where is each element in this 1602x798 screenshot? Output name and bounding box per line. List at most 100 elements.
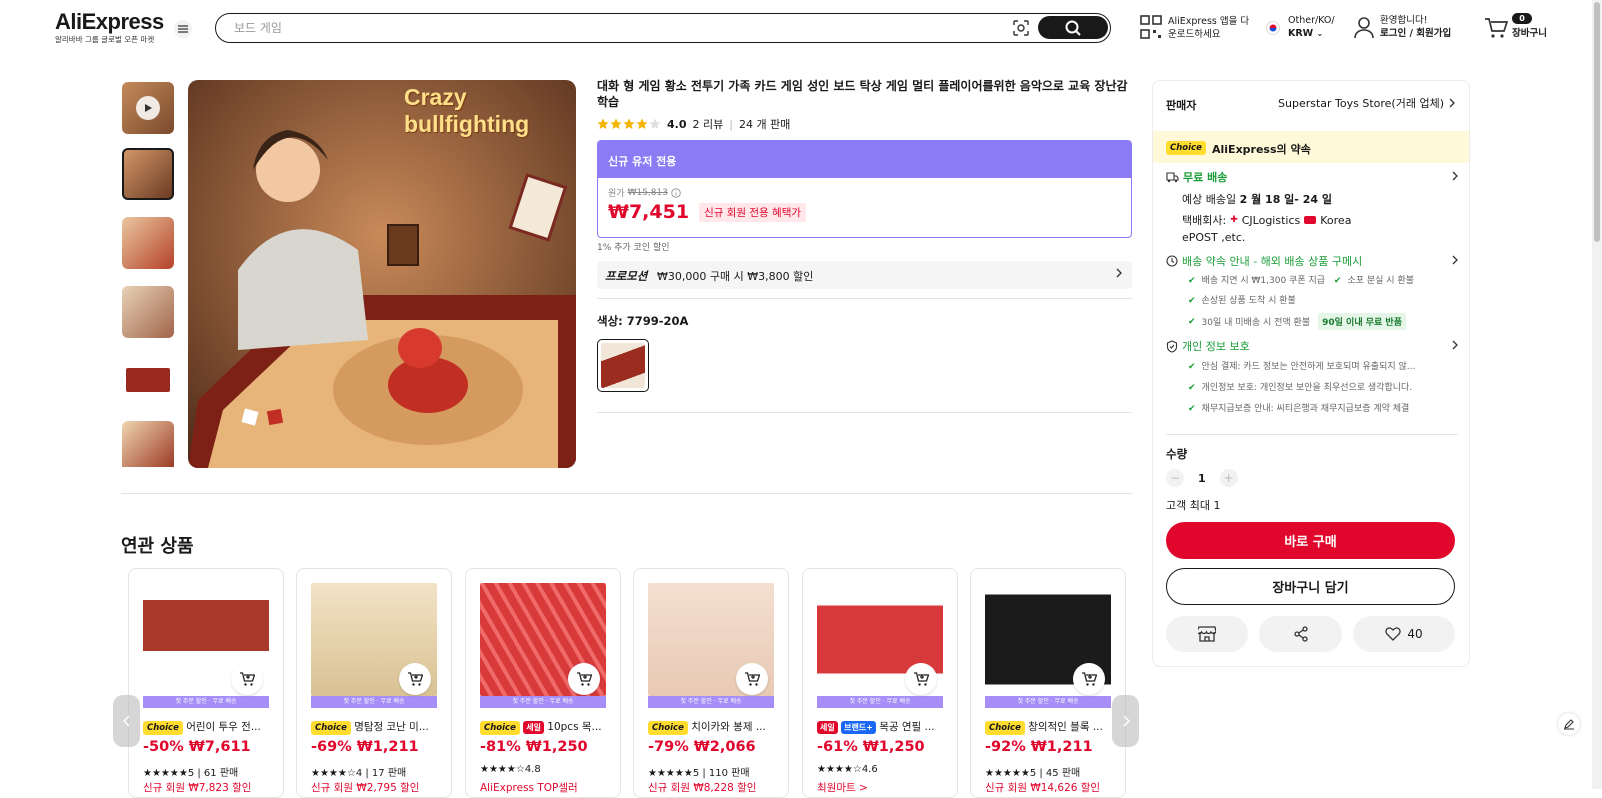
add-to-cart-button[interactable]: 장바구니 담기	[1166, 568, 1455, 605]
rating-stars	[597, 118, 661, 130]
account-menu[interactable]: 환영합니다! 로그인 / 회원가입	[1380, 14, 1451, 40]
gallery-thumbnail[interactable]	[122, 148, 174, 200]
wishlist-button[interactable]: 40	[1353, 616, 1455, 652]
locale-selector[interactable]: Other/KO/ KRW ⌄	[1288, 14, 1335, 40]
cart-icon[interactable]	[1484, 17, 1508, 39]
aliexpress-logo[interactable]: AliExpress	[55, 9, 164, 35]
gallery-thumbnail[interactable]	[122, 354, 174, 406]
current-price: ₩7,451	[608, 201, 690, 223]
first-order-band: 첫 주문 할인 · 무료 배송	[985, 696, 1111, 708]
add-to-cart-icon[interactable]	[231, 663, 263, 695]
choice-badge: Choice	[1166, 141, 1206, 155]
add-to-cart-icon[interactable]	[736, 663, 768, 695]
login-signup-link: 로그인 / 회원가입	[1380, 28, 1452, 39]
product-extra: 최원마트 >	[817, 782, 868, 794]
product-rating: ★★★★☆4 | 17 판매	[311, 768, 407, 779]
search-input[interactable]	[234, 19, 994, 37]
sale-badge: 세일	[523, 721, 544, 734]
user-icon[interactable]	[1354, 17, 1374, 39]
product-name[interactable]: Choice 창의적인 블록 ...	[985, 719, 1115, 735]
app-download-line2: 운로드하세요	[1168, 29, 1221, 40]
chevron-left-icon	[122, 715, 131, 727]
product-name[interactable]: 세일 브랜드+ 목공 연필 ...	[817, 719, 947, 734]
free-return-badge: 90일 이내 무료 반품	[1318, 313, 1406, 330]
gallery-thumbnail[interactable]	[122, 421, 174, 467]
app-download-link[interactable]: AliExpress 앱을 다 운로드하세요	[1168, 15, 1249, 41]
carousel-prev-button[interactable]	[113, 695, 140, 747]
search-button[interactable]	[1038, 16, 1108, 39]
info-icon[interactable]	[671, 187, 681, 198]
chevron-right-icon	[1452, 171, 1458, 181]
divider	[597, 412, 1132, 413]
decrease-quantity-button[interactable]: −	[1166, 469, 1184, 487]
shipping-promise-item: 손상된 상품 도착 시 환불	[1201, 296, 1296, 306]
add-to-cart-icon[interactable]	[568, 663, 600, 695]
scrollbar-thumb[interactable]	[1594, 2, 1600, 242]
app-download-line1: AliExpress 앱을 다	[1168, 16, 1250, 27]
page-scrollbar[interactable]	[1592, 0, 1602, 789]
chevron-right-icon	[1452, 340, 1458, 350]
product-extra: 신규 회원 ₩14,626 할인	[985, 782, 1101, 794]
related-product-card[interactable]: 첫 주문 할인 · 무료 배송 세일 브랜드+ 목공 연필 ... -61% ₩1,…	[802, 568, 958, 798]
promotion-text: ₩30,000 구매 시 ₩3,800 할인	[657, 270, 814, 283]
menu-icon[interactable]	[174, 20, 192, 38]
quantity-label: 수량	[1166, 447, 1188, 461]
product-price: -69% ₩1,211	[311, 739, 419, 755]
product-name[interactable]: Choice 어린이 투우 전...	[143, 719, 273, 735]
currency-code: KRW	[1288, 28, 1314, 39]
product-rating: ★★★★★5 | 45 판매	[985, 768, 1081, 779]
add-to-cart-icon[interactable]	[399, 663, 431, 695]
product-name[interactable]: Choice 세일 10pcs 목...	[480, 719, 610, 735]
shipping-promise-row[interactable]: 배송 약속 안내 - 해외 배송 상품 구메시 ✔ 배송 지연 시 ₩1,300 …	[1166, 253, 1458, 330]
store-button[interactable]	[1166, 616, 1248, 652]
search-icon	[1064, 19, 1082, 37]
related-product-card[interactable]: 첫 주문 할인 · 무료 배송 Choice 세일 10pcs 목... -81% …	[465, 568, 621, 798]
seller-name: Superstar Toys Store(거래 업체)	[1278, 97, 1444, 110]
add-to-cart-icon[interactable]	[1073, 663, 1105, 695]
buy-now-button[interactable]: 바로 구매	[1166, 522, 1455, 559]
chevron-down-icon: ⌄	[1316, 29, 1324, 38]
edit-icon[interactable]	[1558, 713, 1580, 735]
add-to-cart-icon[interactable]	[905, 663, 937, 695]
related-product-card[interactable]: 첫 주문 할인 · 무료 배송 Choice 치이카와 봉제 ... -79% ₩2…	[633, 568, 789, 798]
share-button[interactable]	[1259, 616, 1342, 652]
privacy-item: 개인정보 보호: 개인정보 보안을 최우선으로 생각합니다.	[1201, 383, 1413, 393]
new-user-banner: 신규 유저 전용	[598, 141, 1131, 178]
qr-code-icon[interactable]	[1140, 15, 1162, 39]
related-product-card[interactable]: 첫 주문 할인 · 무료 배송 Choice 창의적인 블록 ... -92% ₩1…	[970, 568, 1126, 798]
product-name[interactable]: Choice 명탐정 코난 미...	[311, 719, 441, 735]
shield-icon	[1166, 339, 1178, 353]
color-label: 색상: 7799-20A	[597, 314, 689, 328]
promotion-label: 프로모션	[605, 269, 648, 283]
shipping-promise-item: 배송 지연 시 ₩1,300 쿠폰 지급	[1201, 276, 1326, 286]
gallery-thumbnail[interactable]	[122, 217, 174, 269]
welcome-text: 환영합니다!	[1380, 15, 1428, 26]
gallery-thumbnail[interactable]	[122, 286, 174, 338]
free-shipping-row[interactable]: 무료 배송 예상 배송일 2 월 18 일- 24 일 택배회사: ✚ CJLo…	[1166, 169, 1458, 244]
sold-count: 24 개 판매	[738, 118, 791, 131]
gallery-thumbnail-video[interactable]	[122, 82, 174, 134]
cart-label[interactable]: 장바구니	[1512, 27, 1547, 40]
image-search-icon[interactable]	[1012, 19, 1030, 37]
chevron-right-icon	[1452, 255, 1458, 265]
carousel-next-button[interactable]	[1112, 695, 1139, 747]
seller-link[interactable]: Superstar Toys Store(거래 업체)	[1278, 95, 1455, 111]
product-extra: 신규 회원 ₩7,823 할인	[143, 782, 252, 794]
product-extra: 신규 회원 ₩2,795 할인	[311, 782, 420, 794]
divider	[1166, 434, 1458, 435]
product-name[interactable]: Choice 치이카와 봉제 ...	[648, 719, 778, 735]
related-product-card[interactable]: 첫 주문 할인 · 무료 배송 Choice 명탐정 코난 미... -69% ₩1…	[296, 568, 452, 798]
product-price: -50% ₩7,611	[143, 739, 251, 755]
wishlist-count: 40	[1407, 627, 1423, 641]
privacy-row[interactable]: 개인 정보 보호 ✔ 안심 결제: 카드 정보는 안전하게 보호되며 유출되지 않…	[1166, 338, 1458, 414]
product-name-text: 명탐정 코난 미...	[354, 721, 429, 733]
cj-logistics-icon: ✚	[1230, 215, 1238, 225]
review-count-link[interactable]: 2 리뷰	[693, 116, 724, 132]
related-product-card[interactable]: 첫 주문 할인 · 무료 배송 Choice 어린이 투우 전... -50% ₩7…	[128, 568, 284, 798]
promotion-row[interactable]: 프로모션 ₩30,000 구매 시 ₩3,800 할인	[597, 261, 1132, 289]
color-option-7799-20A[interactable]	[597, 339, 649, 392]
quantity-value[interactable]: 1	[1198, 472, 1206, 485]
increase-quantity-button[interactable]: +	[1219, 469, 1238, 487]
carrier-etc: ePOST ,etc.	[1182, 231, 1246, 244]
product-main-image[interactable]: Crazy bullfighting	[188, 80, 576, 468]
